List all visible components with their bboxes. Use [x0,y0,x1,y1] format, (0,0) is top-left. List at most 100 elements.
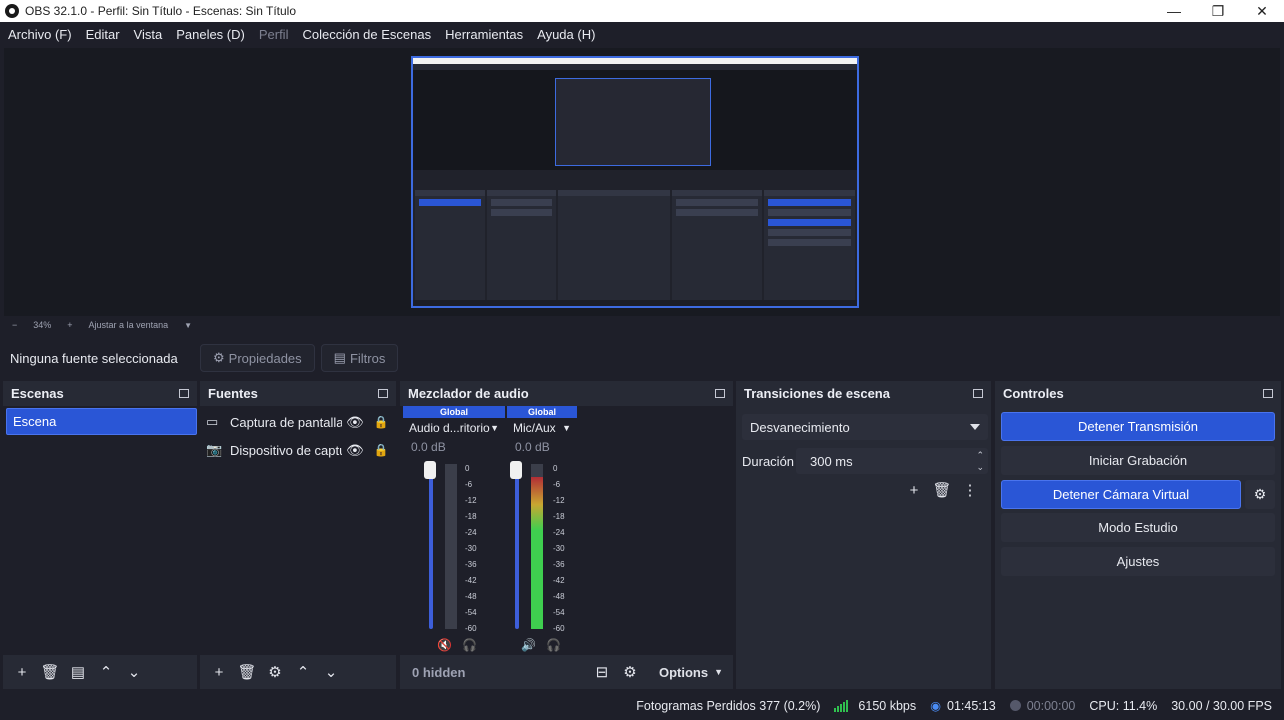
menu-edit[interactable]: Editar [86,27,120,42]
undock-icon[interactable] [973,389,983,398]
undock-icon[interactable] [1263,389,1273,398]
transition-select[interactable]: Desvanecimiento [742,414,988,440]
headphones-icon[interactable]: 🎧 [462,638,477,652]
hidden-count[interactable]: 0 hidden [412,665,465,680]
menu-tools[interactable]: Herramientas [445,27,523,42]
muted-speaker-icon[interactable]: 🔇 [437,638,452,652]
filters-button[interactable]: ▤ Filtros [320,344,399,372]
add-scene-button[interactable]: + [9,660,35,684]
sources-title: Fuentes [208,386,258,401]
stop-streaming-button[interactable]: Detener Transmisión [1001,412,1275,441]
sources-dock: Fuentes ▭ Captura de pantalla 👁 🔒 📷 Disp… [200,381,396,689]
camera-icon: 📷 [206,442,223,457]
bitrate: 6150 kbps [834,699,916,713]
eye-icon[interactable]: 👁 [346,442,364,459]
minimize-button[interactable]: — [1152,0,1196,22]
dropped-frames: Fotogramas Perdidos 377 (0.2%) [636,698,821,713]
duration-label: Duración [742,454,795,469]
move-up-button[interactable]: ⌃ [290,660,316,684]
status-bar: Fotogramas Perdidos 377 (0.2%) 6150 kbps… [0,691,1284,720]
channel-name-select[interactable]: Mic/Aux ▼ [507,418,577,438]
zoom-out-button[interactable]: − [12,320,17,330]
zoom-in-button[interactable]: + [67,320,72,330]
preview-canvas[interactable] [4,48,1280,316]
duration-spinner[interactable]: ⌃ ⌄ [976,449,984,473]
mixer-channel: Global Mic/Aux ▼ 0.0 dB 0 -6 -12 -18 -24 -30 -3… [507,406,577,656]
properties-button[interactable]: ⚙ Propiedades [200,344,315,372]
lock-icon[interactable]: 🔒 [374,415,389,429]
headphones-icon[interactable]: 🎧 [546,638,561,652]
preview-screen-capture[interactable] [411,56,859,308]
menu-docks[interactable]: Paneles (D) [176,27,245,42]
move-down-button[interactable]: ⌄ [318,660,344,684]
move-up-button[interactable]: ⌃ [93,660,119,684]
undock-icon[interactable] [715,389,725,398]
obs-logo-icon [5,4,19,18]
menu-profile[interactable]: Perfil [259,27,289,42]
scene-item[interactable]: Escena [6,408,197,435]
audio-level-meter [531,464,543,629]
menu-scene-collection[interactable]: Colección de Escenas [302,27,431,42]
zoom-fit-select[interactable]: Ajustar a la ventana [89,320,169,330]
maximize-button[interactable]: ❐ [1196,0,1240,22]
channel-tag: Global [403,406,505,418]
filters-label: Filtros [349,350,386,366]
gear-icon[interactable]: ⚙ [262,660,288,684]
menu-help[interactable]: Ayuda (H) [537,27,595,42]
volume-fader-track[interactable] [429,464,433,629]
stream-time: ◉ 01:45:13 [930,698,996,714]
close-button[interactable]: ✕ [1240,0,1284,22]
volume-fader-handle[interactable] [510,461,522,479]
trash-icon[interactable]: 🗑 [931,479,953,501]
source-item[interactable]: ▭ Captura de pantalla 👁 🔒 [206,410,392,434]
add-source-button[interactable]: + [206,660,232,684]
stop-virtual-camera-button[interactable]: Detener Cámara Virtual [1001,480,1241,509]
duration-input[interactable]: 300 ms ⌃ ⌄ [796,448,988,474]
move-down-button[interactable]: ⌄ [121,660,147,684]
scenes-dock: Escenas Escena + 🗑 ▤ ⌃ ⌄ [3,381,197,689]
speaker-icon[interactable]: 🔊 [521,638,536,652]
meter-ticks: 0 -6 -12 -18 -24 -30 -36 -42 -48 -54 -60 [553,464,565,633]
menu-file[interactable]: Archivo (F) [8,27,72,42]
trash-icon[interactable]: 🗑 [37,660,63,684]
scene-filters-button[interactable]: ▤ [65,660,91,684]
source-name: Captura de pantalla [230,414,342,430]
undock-icon[interactable] [378,389,388,398]
mixer-title: Mezclador de audio [408,386,529,401]
gear-icon[interactable]: ⚙ [1245,480,1275,509]
audio-mixer-dock: Mezclador de audio Global Audio d...rito… [400,381,733,689]
lock-icon[interactable]: 🔒 [374,443,389,457]
scenes-title: Escenas [11,386,64,401]
more-options-icon[interactable]: ⋮ [959,479,981,501]
studio-mode-button[interactable]: Modo Estudio [1001,513,1275,542]
menu-bar: Archivo (F) Editar Vista Paneles (D) Per… [0,22,1284,46]
start-recording-button[interactable]: Iniciar Grabación [1001,446,1275,475]
channel-name-select[interactable]: Audio d...ritorio ▼ [403,418,505,438]
menu-view[interactable]: Vista [134,27,163,42]
transitions-dock: Transiciones de escena Desvanecimiento D… [736,381,991,689]
layout-icon[interactable]: ⊟ [589,660,615,684]
channel-tag: Global [507,406,577,418]
source-toolbar: Ninguna fuente seleccionada ⚙ Propiedade… [0,338,1284,378]
volume-fader-track[interactable] [515,464,519,629]
source-item[interactable]: 📷 Dispositivo de captura 👁 🔒 [206,438,392,462]
advanced-audio-icon[interactable]: ⚙ [617,660,643,684]
meter-fill-2 [531,477,543,629]
mixer-options-button[interactable]: Options ▼ [659,665,723,680]
settings-button[interactable]: Ajustes [1001,547,1275,576]
volume-fader-handle[interactable] [424,461,436,479]
filter-icon: ▤ [333,350,346,365]
record-time: 00:00:00 [1009,699,1075,713]
zoom-level: 34% [33,320,52,330]
broadcast-icon: ◉ [930,699,942,713]
eye-icon[interactable]: 👁 [346,414,364,431]
controls-dock: Controles Detener Transmisión Iniciar Gr… [995,381,1281,689]
source-name: Dispositivo de captura [230,442,342,458]
chevron-down-icon[interactable]: ▼ [184,321,192,330]
trash-icon[interactable]: 🗑 [234,660,260,684]
meter-ticks: 0 -6 -12 -18 -24 -30 -36 -42 -48 -54 -60 [465,464,477,633]
title-bar: OBS 32.1.0 - Perfil: Sin Título - Escena… [0,0,1284,22]
add-transition-button[interactable]: + [903,479,925,501]
undock-icon[interactable] [179,389,189,398]
cpu-usage: CPU: 11.4% [1089,698,1158,713]
